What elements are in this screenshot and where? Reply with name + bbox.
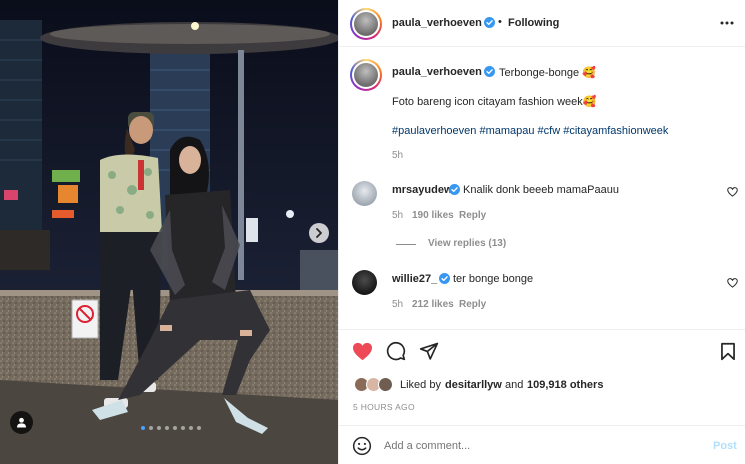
verified-badge-icon [484,17,495,28]
comment-likes[interactable]: 190 likes [412,210,454,221]
post-timestamp[interactable]: 5 HOURS AGO [353,402,415,412]
comment-icon[interactable] [386,341,406,361]
carousel-dot [173,426,177,430]
carousel-dot [197,426,201,430]
caption-title: Terbonge-bonge 🥰 [499,67,596,79]
carousel-indicator [141,426,201,430]
replies-divider [396,244,416,245]
comment-username[interactable]: willie27_ [392,273,437,285]
comment-like-heart-icon[interactable] [727,187,738,197]
author-avatar[interactable] [350,8,382,40]
carousel-dot [141,426,145,430]
caption-username[interactable]: paula_verhoeven [392,66,482,78]
caption-avatar[interactable] [350,59,382,91]
comment-likes[interactable]: 212 likes [412,299,454,310]
next-slide-button[interactable] [309,223,329,243]
tagged-users-button[interactable] [10,411,33,434]
bookmark-icon[interactable] [720,342,736,361]
photo-scene [0,0,338,464]
add-comment-input[interactable] [384,438,694,454]
comment-time[interactable]: 5h [392,299,403,310]
following-button[interactable]: Following [508,17,559,29]
carousel-dot [189,426,193,430]
header-separator: • [498,16,502,28]
liked-by-connector: and [505,379,524,391]
send-icon[interactable] [419,341,439,361]
more-horizontal-icon[interactable] [720,21,734,25]
caption-hashtags[interactable]: #paulaverhoeven #mamapau #cfw #citayamfa… [392,125,668,137]
header-username[interactable]: paula_verhoeven [392,17,482,29]
commenter-avatar[interactable] [352,181,377,206]
post-photo[interactable] [0,0,338,464]
carousel-dot [157,426,161,430]
emoji-icon[interactable] [352,436,372,456]
reply-button[interactable]: Reply [459,210,486,221]
post-dialog: paula_verhoeven • Following paula_verhoe… [0,0,745,464]
verified-badge-icon [449,184,460,195]
commenter-avatar[interactable] [352,270,377,295]
carousel-dot [165,426,169,430]
chevron-right-icon [316,228,322,238]
comment-username[interactable]: mrsayudewi [392,184,456,196]
carousel-dot [149,426,153,430]
verified-badge-icon [484,66,495,77]
actions-divider [339,329,745,330]
liked-by-prefix: Liked by [400,379,441,391]
liked-by-others[interactable]: 109,918 others [527,379,603,391]
carousel-dot [181,426,185,430]
comment-time[interactable]: 5h [392,210,403,221]
liker-avatar [378,377,393,392]
view-replies-button[interactable]: View replies (13) [428,238,506,249]
liked-by-user[interactable]: desitarllyw [445,379,502,391]
post-header: paula_verhoeven • Following [339,0,745,47]
post-comment-button[interactable]: Post [713,440,737,452]
reply-button[interactable]: Reply [459,299,486,310]
user-tag-icon [16,417,27,428]
heart-filled-icon[interactable] [352,342,373,361]
comment-box-divider [339,425,745,426]
caption-body: Foto bareng icon citayam fashion week🥰 [392,96,597,108]
verified-badge-icon [439,273,450,284]
comment-like-heart-icon[interactable] [727,278,738,288]
comment-text: Knalik donk beeeb mamaPaauu [463,184,619,196]
caption-time[interactable]: 5h [392,150,403,161]
post-details-panel: paula_verhoeven • Following paula_verhoe… [338,0,745,464]
comment-text: ter bonge bonge [453,273,534,285]
